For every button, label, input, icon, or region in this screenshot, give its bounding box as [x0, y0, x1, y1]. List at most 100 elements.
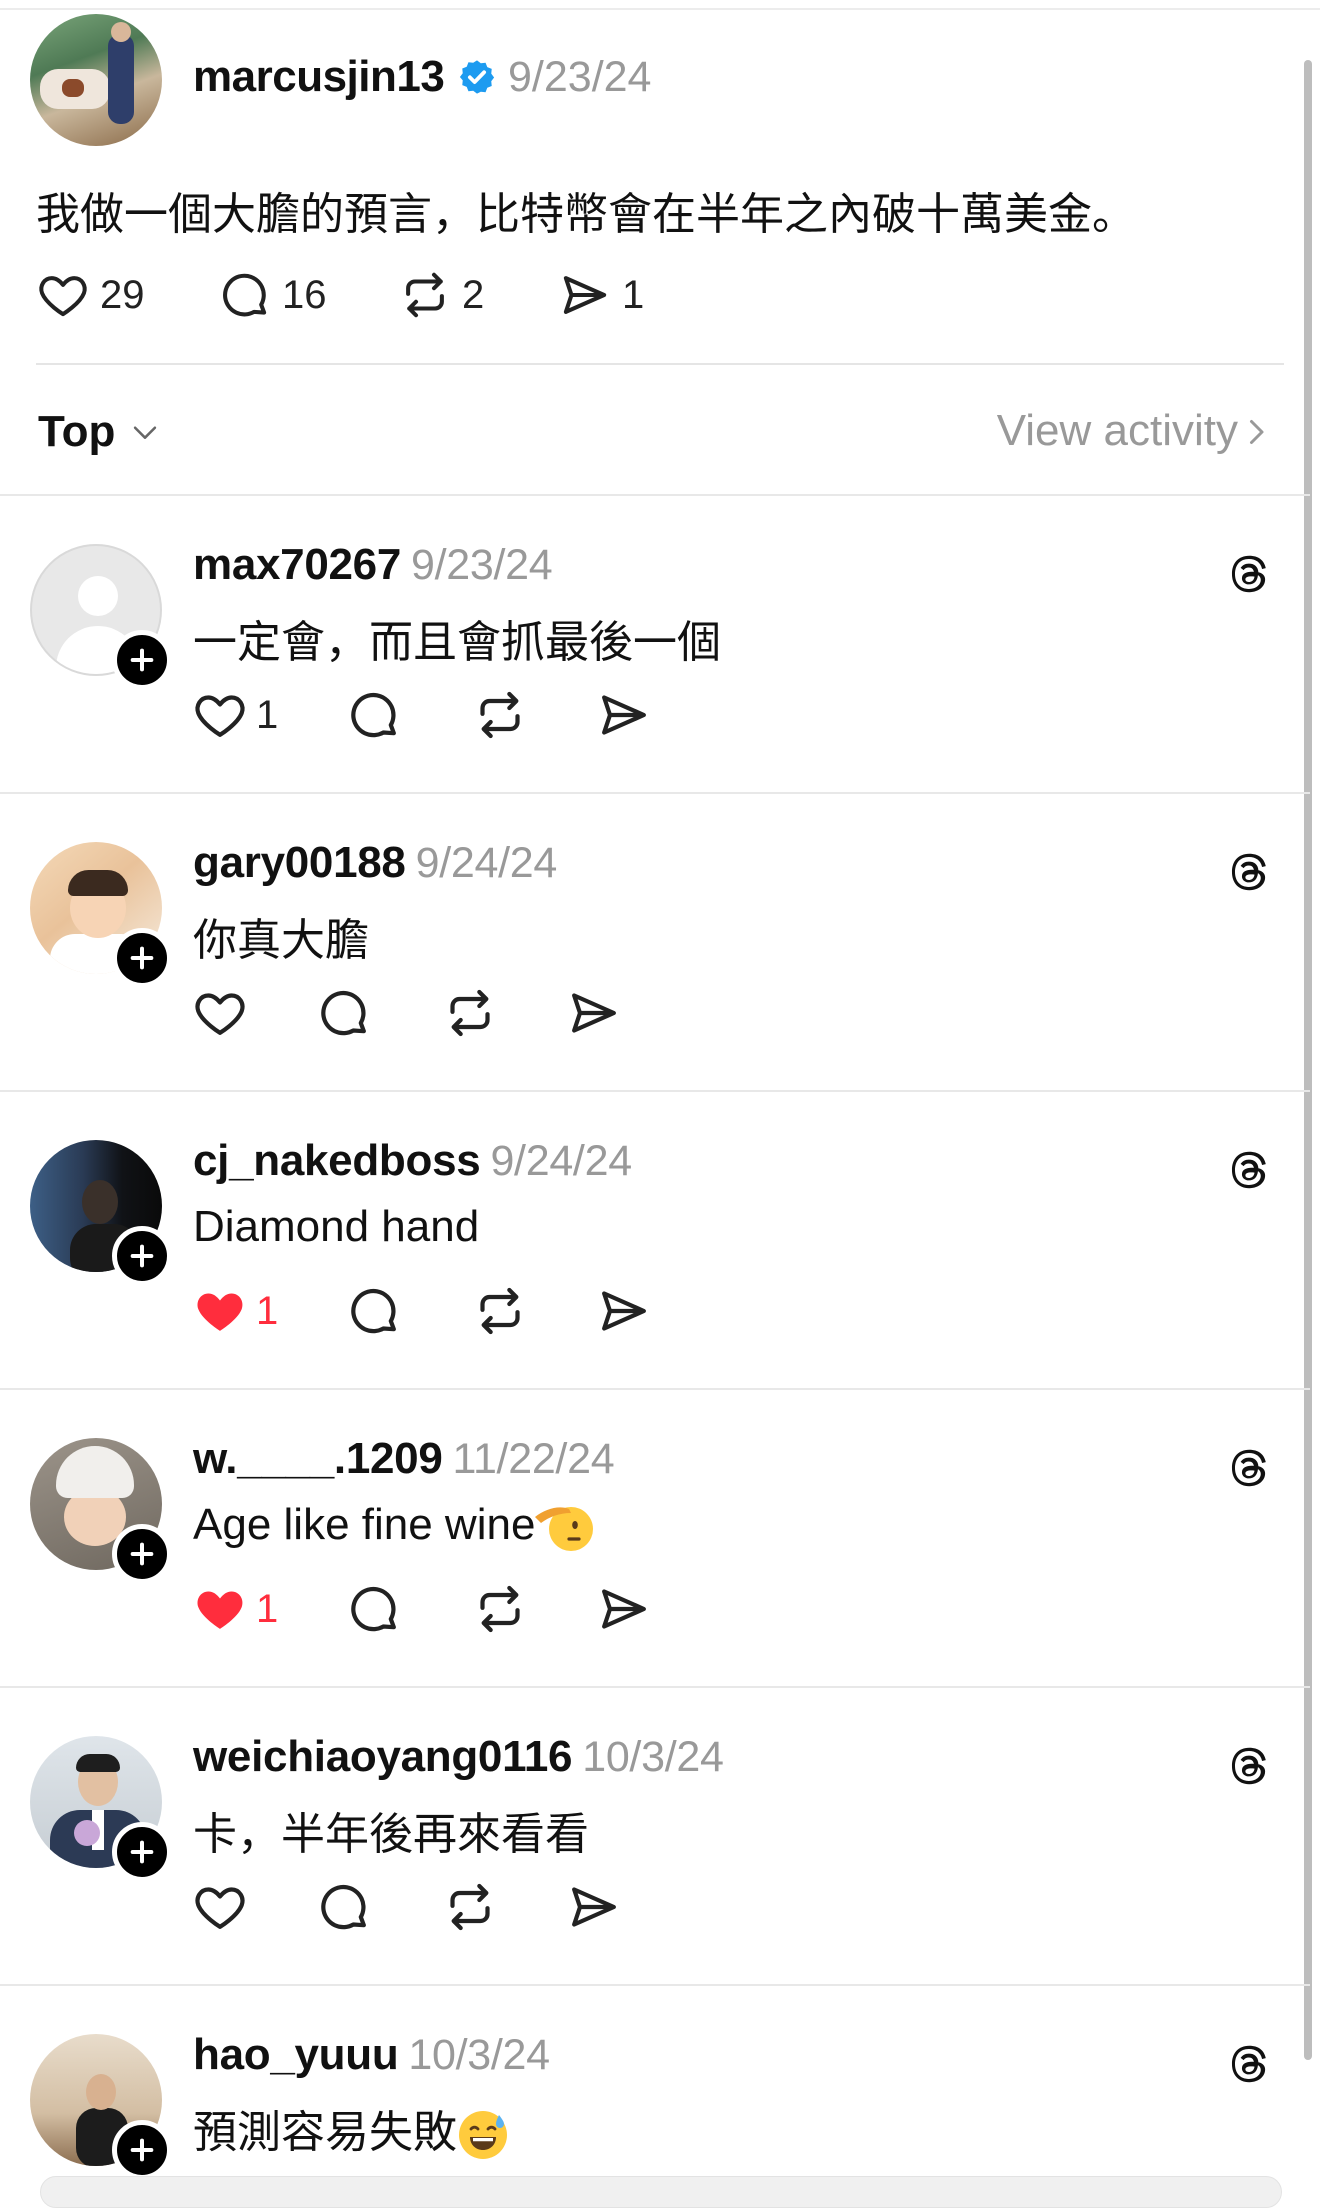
- repost-button[interactable]: [472, 1584, 528, 1634]
- reply-text: 預測容易失敗: [193, 2108, 457, 2157]
- heart-icon: [195, 695, 245, 737]
- scrollbar[interactable]: [1304, 60, 1312, 2060]
- plus-icon: [130, 648, 154, 672]
- plus-icon: [130, 1542, 154, 1566]
- reply-date: 10/3/24: [582, 1733, 724, 1781]
- repost-icon: [480, 1287, 520, 1335]
- post-username[interactable]: marcusjin13: [193, 52, 445, 102]
- reply-text: 一定會，而且會抓最後一個: [193, 618, 721, 667]
- comment-icon: [321, 990, 366, 1036]
- reply-item: w.____.1209 11/22/24 Age like fine wine 1: [0, 1388, 1300, 1684]
- like-button[interactable]: 1: [192, 690, 278, 740]
- saluting-face-emoji-icon: [535, 1507, 594, 1552]
- sort-dropdown[interactable]: Top: [38, 407, 115, 457]
- heart-filled-icon: [197, 1591, 243, 1629]
- follow-button[interactable]: [112, 630, 172, 690]
- repost-button[interactable]: [442, 1882, 498, 1932]
- reply-username[interactable]: weichiaoyang0116: [193, 1732, 573, 1781]
- share-button[interactable]: [566, 1882, 622, 1932]
- like-button[interactable]: 29: [36, 270, 145, 320]
- comment-icon: [321, 1884, 366, 1930]
- reply-text: 你真大膽: [193, 916, 369, 965]
- reply-date: 9/24/24: [490, 1137, 632, 1185]
- avatar-person: [108, 22, 134, 124]
- send-icon: [572, 993, 616, 1033]
- share-button[interactable]: [596, 1286, 652, 1336]
- threads-logo-icon[interactable]: [1222, 2036, 1274, 2092]
- reply-text-row: Age like fine wine: [193, 1500, 595, 1553]
- like-button[interactable]: [192, 1882, 248, 1932]
- threads-logo-icon[interactable]: [1222, 546, 1274, 602]
- like-count: 1: [256, 1586, 279, 1631]
- send-icon: [602, 695, 646, 735]
- comment-button[interactable]: [346, 1584, 402, 1634]
- share-button[interactable]: [596, 690, 652, 740]
- avatar[interactable]: [30, 14, 162, 146]
- repost-icon: [450, 989, 490, 1037]
- view-activity-link[interactable]: View activity: [997, 406, 1238, 456]
- send-icon: [602, 1589, 646, 1629]
- like-button[interactable]: [192, 988, 248, 1038]
- reply-text-row: 預測容易失敗: [193, 2096, 509, 2161]
- chevron-right-icon[interactable]: [1238, 412, 1274, 452]
- reply-date: 9/24/24: [415, 839, 558, 887]
- comment-button[interactable]: [316, 988, 372, 1038]
- post-text: 我做一個大膽的預言，比特幣會在半年之內破十萬美金。: [36, 190, 1136, 239]
- reply-username[interactable]: w.____.1209: [193, 1434, 443, 1483]
- reply-composer-bar[interactable]: [40, 2176, 1282, 2208]
- comment-icon: [351, 692, 396, 738]
- reply-username[interactable]: max70267: [193, 540, 401, 589]
- send-icon: [572, 1887, 616, 1927]
- heart-icon: [195, 993, 245, 1035]
- like-button[interactable]: 1: [192, 1584, 278, 1634]
- comment-button[interactable]: [316, 1882, 372, 1932]
- share-button[interactable]: [566, 988, 622, 1038]
- reply-date: 10/3/24: [408, 2031, 550, 2079]
- reply-username[interactable]: hao_yuuu: [193, 2030, 399, 2079]
- threads-logo-icon[interactable]: [1222, 1440, 1274, 1496]
- reply-text: Age like fine wine: [193, 1500, 536, 1549]
- send-icon: [563, 276, 607, 314]
- threads-logo-icon[interactable]: [1222, 1142, 1274, 1198]
- plus-icon: [130, 1840, 154, 1864]
- threads-logo-icon[interactable]: [1222, 1738, 1274, 1794]
- reply-item: max70267 9/23/24 一定會，而且會抓最後一個 1: [0, 494, 1300, 790]
- repost-button[interactable]: [472, 690, 528, 740]
- follow-button[interactable]: [112, 1524, 172, 1584]
- comment-icon: [351, 1586, 396, 1632]
- verified-badge-icon: [459, 60, 495, 94]
- share-count: 1: [622, 272, 645, 317]
- comment-button[interactable]: 16: [218, 270, 327, 320]
- repost-button[interactable]: [442, 988, 498, 1038]
- repost-button[interactable]: [472, 1286, 528, 1336]
- repost-icon: [480, 691, 520, 739]
- comment-button[interactable]: [346, 690, 402, 740]
- send-icon: [602, 1291, 646, 1331]
- reply-text: Diamond hand: [193, 1202, 480, 1251]
- divider: [36, 363, 1284, 365]
- repost-button[interactable]: 2: [398, 270, 484, 320]
- comment-icon: [223, 273, 267, 317]
- like-count: 1: [256, 692, 279, 737]
- like-count: 1: [256, 1288, 279, 1333]
- like-count: 29: [100, 272, 145, 317]
- follow-button[interactable]: [112, 1822, 172, 1882]
- share-button[interactable]: 1: [558, 270, 644, 320]
- grinning-sweat-face-emoji-icon: [459, 2111, 507, 2160]
- comment-button[interactable]: [346, 1286, 402, 1336]
- like-button[interactable]: 1: [192, 1286, 278, 1336]
- follow-button[interactable]: [112, 928, 172, 988]
- comment-count: 16: [282, 272, 327, 317]
- reply-username[interactable]: gary00188: [193, 838, 406, 887]
- post-date: 9/23/24: [508, 53, 652, 101]
- plus-icon: [130, 2138, 154, 2162]
- reply-text: 卡，半年後再來看看: [193, 1810, 589, 1859]
- reply-date: 9/23/24: [411, 541, 553, 589]
- reply-username[interactable]: cj_nakedboss: [193, 1136, 481, 1185]
- heart-icon: [195, 1887, 245, 1929]
- follow-button[interactable]: [112, 2120, 172, 2180]
- chevron-down-icon[interactable]: [128, 415, 162, 449]
- share-button[interactable]: [596, 1584, 652, 1634]
- threads-logo-icon[interactable]: [1222, 844, 1274, 900]
- follow-button[interactable]: [112, 1226, 172, 1286]
